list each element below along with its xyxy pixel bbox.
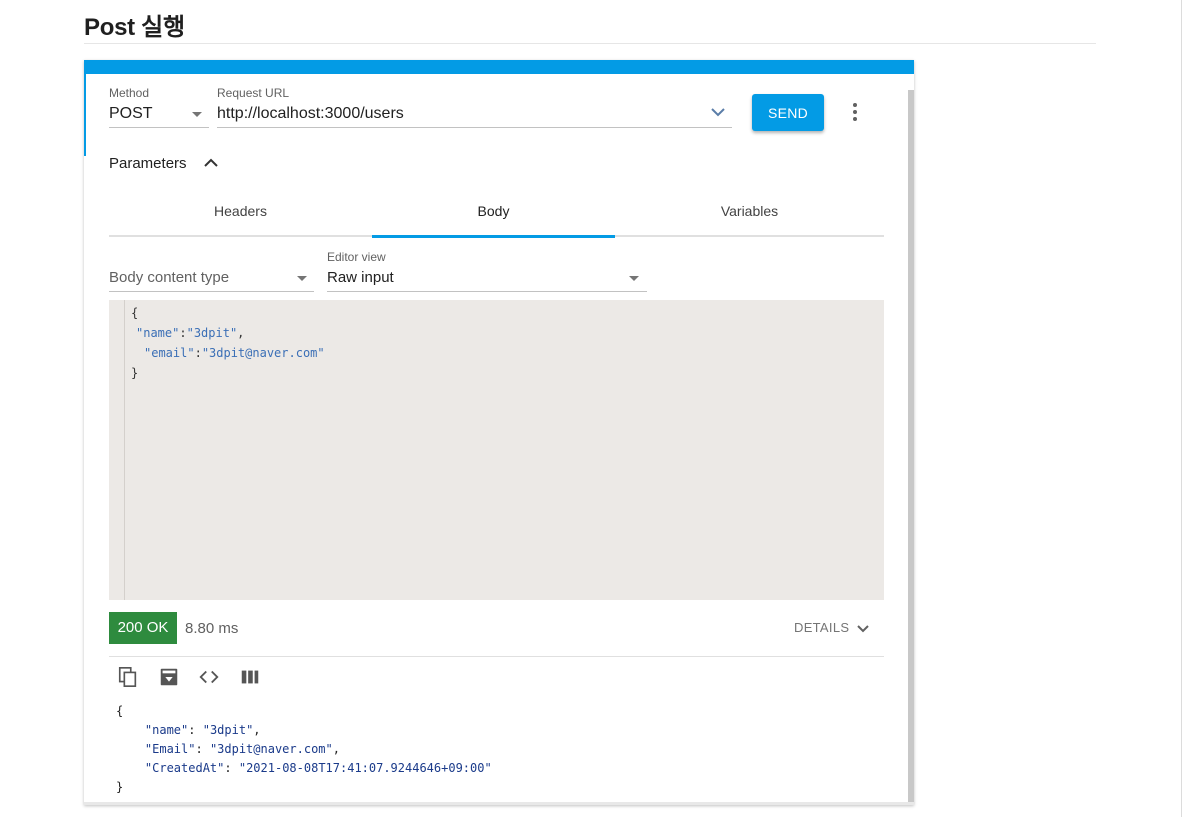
parameters-toggle-label[interactable]: Parameters xyxy=(109,155,187,172)
body-editor[interactable]: { "name":"3dpit", "email":"3dpit@naver.c… xyxy=(109,300,884,600)
resp-name-key: "name" xyxy=(144,723,189,737)
tab-variables[interactable]: Variables xyxy=(615,200,884,236)
panel-bottom-edge xyxy=(84,802,914,805)
resp-email-value: "3dpit@naver.com" xyxy=(209,742,333,756)
editor-view-underline xyxy=(327,291,647,292)
tab-active-indicator xyxy=(372,235,615,238)
parameters-chevron-up-icon[interactable] xyxy=(204,158,218,168)
code-colon: : xyxy=(194,346,202,360)
columns-icon[interactable] xyxy=(239,666,261,688)
request-panel: Method POST Request URL http://localhost… xyxy=(84,60,914,805)
method-dropdown-arrow-icon[interactable] xyxy=(192,112,202,117)
content-type-underline xyxy=(109,291,314,292)
status-badge: 200 OK xyxy=(109,612,177,644)
resp-line-1: { xyxy=(116,702,492,721)
tab-body[interactable]: Body xyxy=(372,200,615,236)
editor-line-1: { xyxy=(131,303,138,323)
method-select[interactable]: POST xyxy=(109,105,153,123)
save-icon[interactable] xyxy=(158,666,180,688)
method-underline xyxy=(109,127,209,128)
resp-brace-open: { xyxy=(116,704,124,718)
url-input[interactable]: http://localhost:3000/users xyxy=(217,105,404,123)
resp-email-key: "Email" xyxy=(144,742,196,756)
panel-focus-line xyxy=(84,74,86,156)
page-edge-divider xyxy=(1181,0,1182,817)
code-colon: : xyxy=(179,326,187,340)
resp-brace-close: } xyxy=(116,780,124,794)
editor-view-select[interactable]: Raw input xyxy=(327,269,394,286)
code-brace-open: { xyxy=(131,306,139,320)
url-label: Request URL xyxy=(217,86,290,100)
url-underline xyxy=(217,127,732,128)
code-name-key: "name" xyxy=(136,326,180,340)
copy-icon[interactable] xyxy=(117,666,139,688)
editor-line-4: } xyxy=(131,363,138,383)
details-toggle[interactable]: DETAILS xyxy=(794,620,869,635)
method-label: Method xyxy=(109,86,150,100)
more-vert-icon[interactable] xyxy=(850,102,860,122)
response-divider xyxy=(109,656,884,657)
content-type-dropdown-arrow-icon[interactable] xyxy=(297,276,307,281)
resp-line-3: "Email": "3dpit@naver.com", xyxy=(144,742,340,756)
code-icon[interactable] xyxy=(198,666,220,688)
code-brace-close: } xyxy=(131,366,139,380)
title-divider xyxy=(84,43,1096,44)
resp-created-key: "CreatedAt" xyxy=(144,761,225,775)
panel-accent-bar xyxy=(84,60,914,74)
page-title: Post 실행 xyxy=(84,14,185,41)
editor-line-3: "email":"3dpit@naver.com" xyxy=(144,343,325,363)
panel-scrollbar[interactable] xyxy=(908,90,914,805)
page: Post 실행 Method POST Request URL http://l… xyxy=(0,0,1187,817)
code-comma: , xyxy=(237,326,245,340)
editor-line-2: "name":"3dpit", xyxy=(136,323,244,343)
response-timing: 8.80 ms xyxy=(185,620,239,637)
code-email-key: "email" xyxy=(144,346,195,360)
url-history-chevron-down-icon[interactable] xyxy=(711,107,725,117)
response-body: { "name": "3dpit", "Email": "3dpit@naver… xyxy=(116,702,492,797)
resp-line-5: } xyxy=(116,778,492,797)
editor-view-dropdown-arrow-icon[interactable] xyxy=(629,276,639,281)
resp-line-2: "name": "3dpit", xyxy=(144,723,261,737)
details-label: DETAILS xyxy=(794,620,850,635)
editor-view-label: Editor view xyxy=(327,250,386,264)
body-content-type-select[interactable]: Body content type xyxy=(109,269,229,286)
tab-headers[interactable]: Headers xyxy=(109,200,372,236)
editor-gutter xyxy=(124,300,125,600)
code-email-value: "3dpit@naver.com" xyxy=(201,346,325,360)
resp-created-value: "2021-08-08T17:41:07.9244646+09:00" xyxy=(238,761,492,775)
send-button[interactable]: SEND xyxy=(752,94,824,131)
resp-name-value: "3dpit" xyxy=(202,723,254,737)
resp-line-4: "CreatedAt": "2021-08-08T17:41:07.924464… xyxy=(144,761,492,775)
details-chevron-down-icon xyxy=(857,625,869,633)
code-name-value: "3dpit" xyxy=(186,326,238,340)
